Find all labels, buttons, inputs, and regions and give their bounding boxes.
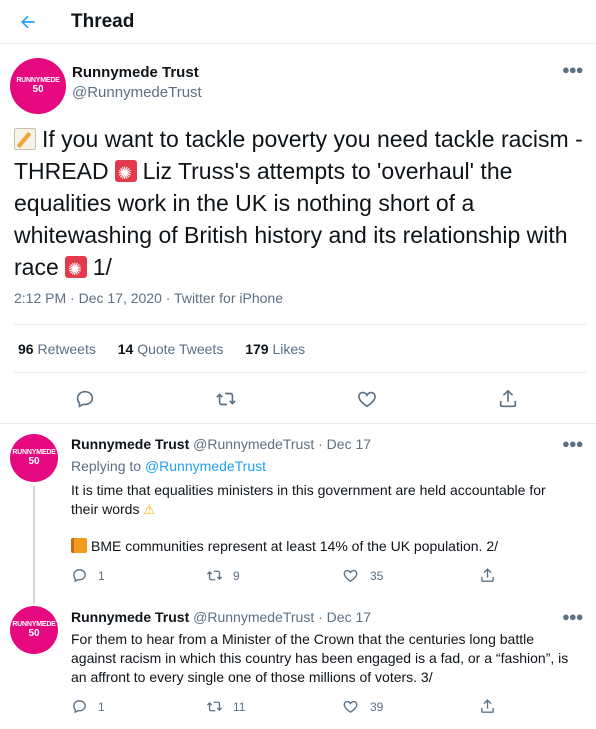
tweet-stats: 96 Retweets 14 Quote Tweets 179 Likes — [18, 341, 323, 357]
avatar-logo-number: 50 — [28, 628, 40, 639]
avatar-logo-text: RUNNYMEDE — [12, 621, 56, 628]
separator: · — [318, 609, 323, 625]
divider — [14, 324, 586, 325]
reply-icon — [73, 700, 86, 714]
like-icon — [343, 700, 358, 713]
reply-button[interactable] — [74, 388, 96, 410]
reply-tweet[interactable]: RUNNYMEDE 50 Runnymede Trust @RunnymedeT… — [0, 600, 596, 729]
reply-button[interactable]: 1 — [71, 698, 105, 715]
retweets-count: 96 — [18, 341, 34, 357]
tweet-actions — [0, 386, 596, 412]
tweet-text-part: 1/ — [92, 254, 112, 280]
separator: · — [318, 436, 323, 452]
author-handle[interactable]: @RunnymedeTrust — [193, 436, 314, 452]
more-options-icon[interactable]: ●●● — [562, 62, 584, 77]
likes-count: 179 — [245, 341, 269, 357]
avatar-logo-text: RUNNYMEDE — [12, 449, 56, 456]
tweet-text: If you want to tackle poverty you need t… — [14, 123, 589, 286]
retweet-icon — [216, 392, 236, 406]
avatar[interactable]: RUNNYMEDE 50 — [10, 606, 58, 654]
tweet-text: It is time that equalities ministers in … — [71, 481, 571, 519]
share-icon — [481, 699, 494, 713]
author-name[interactable]: Runnymede Trust — [71, 609, 189, 625]
memo-emoji — [14, 128, 36, 150]
thread-connector-line — [33, 600, 35, 604]
reply-count: 1 — [98, 568, 105, 583]
orange-book-emoji — [71, 538, 87, 553]
avatar[interactable]: RUNNYMEDE 50 — [10, 58, 66, 114]
thread-connector-line — [33, 486, 35, 600]
like-button[interactable]: 35 — [342, 567, 383, 584]
thread-header: Thread — [0, 0, 596, 44]
replying-to-link[interactable]: @RunnymedeTrust — [145, 458, 266, 474]
tweet-timestamp[interactable]: 2:12 PM · Dec 17, 2020 · Twitter for iPh… — [14, 290, 283, 306]
arrow-left-icon — [21, 15, 35, 29]
reply-count: 1 — [98, 699, 105, 714]
divider — [14, 372, 586, 373]
share-button[interactable] — [479, 567, 496, 584]
rotating-light-emoji — [64, 254, 87, 286]
likes-label: Likes — [272, 341, 306, 357]
retweet-button[interactable] — [215, 388, 237, 410]
tweet-date[interactable]: Dec 17 — [327, 436, 371, 452]
like-icon — [343, 569, 358, 582]
reply-button[interactable]: 1 — [71, 567, 105, 584]
retweet-button[interactable]: 9 — [206, 567, 240, 584]
warning-emoji: ⚠ — [143, 502, 156, 517]
like-count: 35 — [370, 568, 384, 583]
like-button[interactable]: 39 — [342, 698, 383, 715]
tweet-text-part: It is time that equalities ministers in … — [71, 482, 546, 517]
share-button[interactable] — [497, 388, 519, 410]
retweet-count: 11 — [233, 699, 246, 714]
retweet-count: 9 — [233, 568, 240, 583]
page-title: Thread — [71, 11, 135, 32]
reply-header: Runnymede Trust @RunnymedeTrust · Dec 17 — [71, 609, 371, 625]
retweet-button[interactable]: 11 — [206, 698, 245, 715]
author-handle[interactable]: @RunnymedeTrust — [193, 609, 314, 625]
share-icon — [481, 568, 494, 582]
more-options-icon[interactable]: ●●● — [562, 609, 584, 624]
like-button[interactable] — [356, 388, 378, 410]
rotating-light-emoji — [114, 158, 137, 190]
likes-stat[interactable]: 179 Likes — [245, 341, 305, 357]
reply-tweet[interactable]: RUNNYMEDE 50 Runnymede Trust @RunnymedeT… — [0, 424, 596, 600]
like-icon — [358, 391, 376, 408]
share-button[interactable] — [479, 698, 496, 715]
tweet-text-part: BME communities represent at least 14% o… — [91, 538, 498, 554]
like-count: 39 — [370, 699, 384, 714]
back-button[interactable] — [14, 8, 42, 36]
reply-icon — [76, 390, 94, 408]
retweet-icon — [206, 701, 223, 712]
replying-to-label: Replying to — [71, 458, 142, 474]
tweet-text: For them to hear from a Minister of the … — [71, 631, 569, 685]
reply-header: Runnymede Trust @RunnymedeTrust · Dec 17 — [71, 436, 371, 452]
avatar-logo-number: 50 — [32, 84, 44, 95]
retweet-icon — [206, 570, 223, 581]
author-name[interactable]: Runnymede Trust — [72, 64, 199, 81]
author-name[interactable]: Runnymede Trust — [71, 436, 189, 452]
avatar-logo-text: RUNNYMEDE — [16, 77, 60, 84]
avatar[interactable]: RUNNYMEDE 50 — [10, 434, 58, 482]
tweet-text: BME communities represent at least 14% o… — [71, 537, 571, 556]
quotes-stat[interactable]: 14 Quote Tweets — [118, 341, 224, 357]
quotes-label: Quote Tweets — [137, 341, 224, 357]
avatar-logo-number: 50 — [28, 456, 40, 467]
retweets-label: Retweets — [37, 341, 96, 357]
replying-to: Replying to @RunnymedeTrust — [71, 458, 266, 474]
more-options-icon[interactable]: ●●● — [562, 436, 584, 451]
reply-icon — [73, 569, 86, 583]
tweet-date[interactable]: Dec 17 — [327, 609, 371, 625]
author-handle[interactable]: @RunnymedeTrust — [72, 84, 202, 101]
quotes-count: 14 — [117, 341, 134, 357]
share-icon — [499, 389, 517, 408]
retweets-stat[interactable]: 96 Retweets — [18, 341, 96, 357]
